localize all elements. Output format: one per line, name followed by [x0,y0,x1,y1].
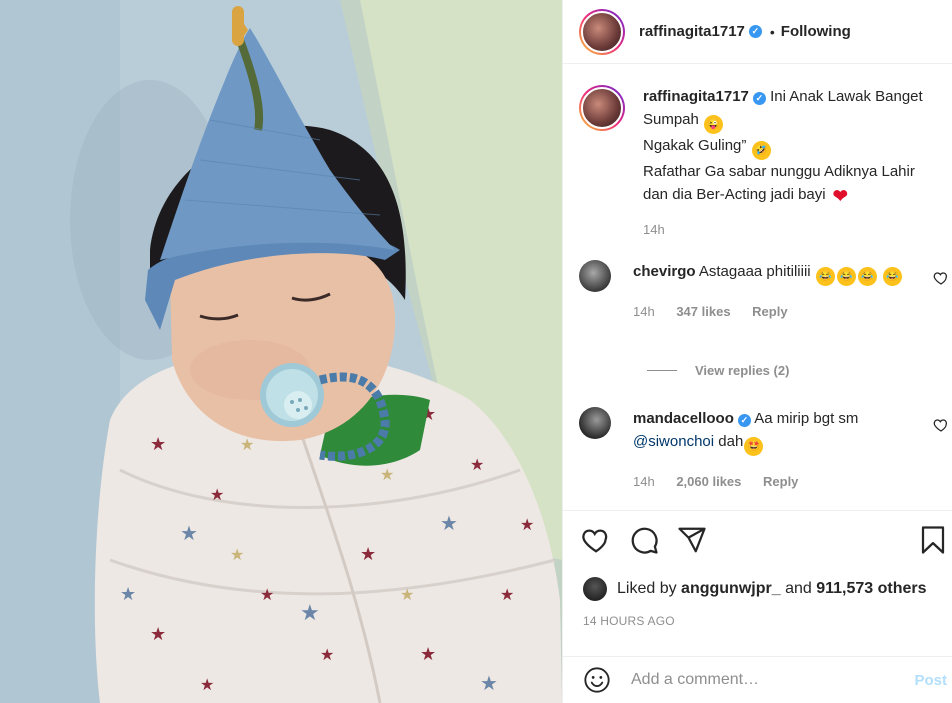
tears-of-joy-emoji-icon: 😂 [815,267,835,286]
comment-username[interactable]: mandacellooo [633,410,734,427]
comment-likes[interactable]: 347 likes [676,304,730,319]
comment-time[interactable]: 14h [633,304,655,319]
likes-prefix: Liked by [617,580,677,597]
svg-text:★: ★ [360,544,376,565]
svg-text:★: ★ [480,671,498,695]
commenter-avatar[interactable] [579,407,611,439]
svg-text:★: ★ [440,511,458,535]
post-side-panel: raffinagita1717 ✓ • Following raffinagit… [562,0,952,703]
replies-divider [647,370,677,371]
svg-text:★: ★ [150,434,166,455]
comment-likes[interactable]: 2,060 likes [676,474,741,489]
reply-button[interactable]: Reply [752,304,787,319]
likes-others-link[interactable]: 911,573 others [816,580,926,598]
heart-icon[interactable] [933,417,949,433]
comments-list[interactable]: raffinagita1717 ✓ Ini Anak Lawak Banget S… [563,65,952,510]
author-username[interactable]: raffinagita1717 [639,23,745,40]
post-actions: Liked by anggunwjpr_ and 911,573 others … [563,510,952,660]
comment-text-end: dah [718,433,744,450]
heart-icon[interactable] [933,270,949,286]
likes-summary: Liked by anggunwjpr_ and 911,573 others [583,577,927,601]
svg-text:★: ★ [300,601,320,626]
comment-item: chevirgo Astagaaa phitiliiii 😂 😂 😂 😂 14h 3… [579,260,949,323]
red-heart-emoji-icon: ❤ [832,186,848,206]
caption-author-avatar[interactable] [579,85,625,131]
svg-text:★: ★ [180,521,198,545]
svg-text:★: ★ [120,584,136,605]
svg-text:★: ★ [150,624,166,645]
following-button[interactable]: Following [781,23,851,40]
comment-time[interactable]: 14h [633,474,655,489]
liker-avatar[interactable] [583,577,607,601]
post-caption: raffinagita1717 ✓ Ini Anak Lawak Banget S… [579,85,949,241]
share-icon[interactable] [677,525,707,555]
emoji-icon[interactable] [583,666,611,694]
comment-input[interactable] [631,671,901,689]
caption-line-4: Rafathar Ga sabar nunggu Adiknya Lahir [643,163,915,180]
svg-text:★: ★ [210,485,224,504]
svg-text:★: ★ [380,465,394,484]
liker-username[interactable]: anggunwjpr_ [681,580,781,598]
svg-text:★: ★ [500,585,514,604]
verified-icon: ✓ [737,414,751,427]
caption-line-1: Ini Anak Lawak Banget [770,88,923,105]
comment-text: Aa mirip bgt sm [754,410,859,427]
svg-text:★: ★ [230,545,244,564]
tears-of-joy-emoji-icon: 😂 [836,267,856,286]
caption-line-3: Ngakak Guling” [643,137,747,154]
heart-icon[interactable] [581,525,611,555]
post-timestamp[interactable]: 14 HOURS AGO [583,614,675,628]
author-avatar[interactable] [579,8,625,55]
bookmark-icon[interactable] [918,525,948,555]
separator-dot: • [769,23,775,40]
comment-text: Astagaaa phitiliiii [698,263,811,280]
svg-text:★: ★ [420,644,436,665]
comment-username[interactable]: chevirgo [633,263,696,280]
caption-time[interactable]: 14h [643,222,665,237]
post-photo: ★ ★ ★ ★ ★ ★ ★ ★ ★ ★ ★ ★ ★ ★ ★ ★ ★ ★ ★ ★ … [0,0,562,703]
add-comment-bar: Post [563,656,952,703]
svg-text:★: ★ [260,585,274,604]
caption-username[interactable]: raffinagita1717 [643,88,749,105]
likes-connector: and [785,580,812,597]
mention-link[interactable]: @siwonchoi [633,433,714,450]
reply-button[interactable]: Reply [763,474,798,489]
comment-icon[interactable] [629,525,659,555]
svg-text:★: ★ [320,645,334,664]
commenter-avatar[interactable] [579,260,611,292]
svg-text:★: ★ [470,455,484,474]
tears-of-joy-emoji-icon: 😂 [857,267,877,286]
rofl-emoji-icon: 🤣 [751,141,771,160]
caption-line-5: dan dia Ber-Acting jadi bayi [643,186,826,203]
svg-text:★: ★ [400,585,414,604]
svg-text:★: ★ [520,515,534,534]
svg-text:★: ★ [200,675,214,694]
post-image[interactable]: ★ ★ ★ ★ ★ ★ ★ ★ ★ ★ ★ ★ ★ ★ ★ ★ ★ ★ ★ ★ … [0,0,562,703]
post-header: raffinagita1717 ✓ • Following [563,0,952,64]
star-struck-emoji-icon: 🤩 [744,437,764,456]
zany-face-emoji-icon: 😜 [704,115,724,134]
view-replies-label: View replies (2) [695,363,790,378]
verified-icon: ✓ [748,25,762,38]
view-replies-button[interactable]: View replies (2) [647,363,789,378]
comment-item: mandacellooo ✓ Aa mirip bgt sm @siwonchoi… [579,407,949,493]
caption-line-2: Sumpah [643,111,699,128]
post-comment-button[interactable]: Post [914,672,947,689]
verified-icon: ✓ [752,92,766,105]
tears-of-joy-emoji-icon: 😂 [882,267,902,286]
